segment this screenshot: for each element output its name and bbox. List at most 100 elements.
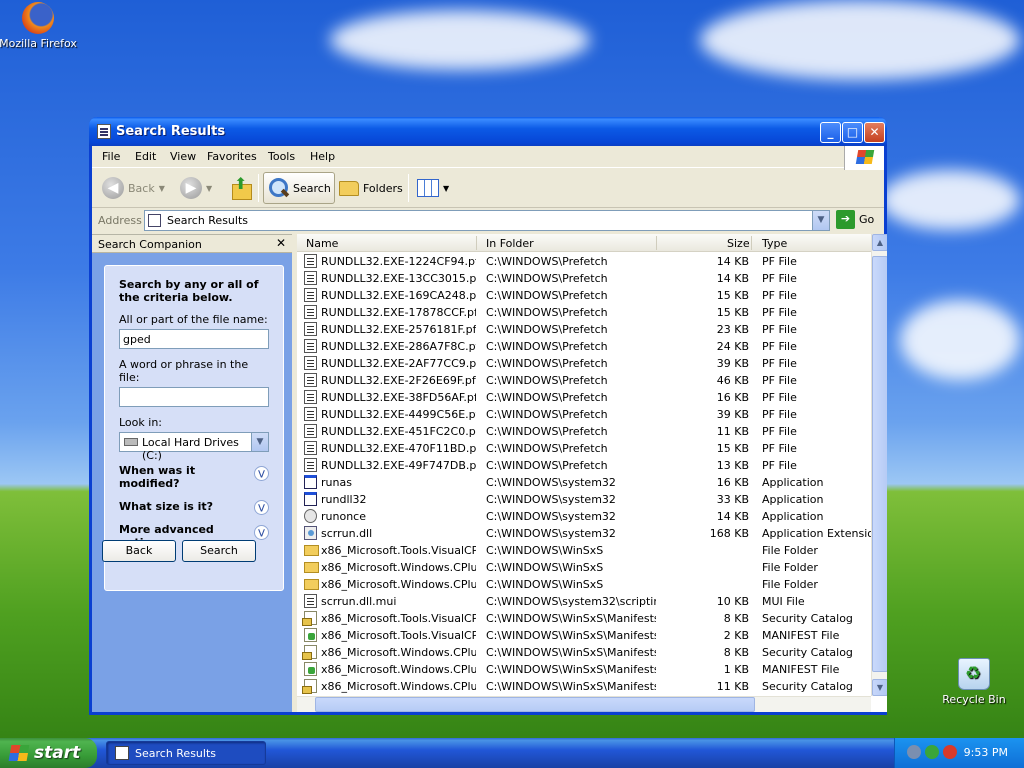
column-divider[interactable] bbox=[751, 236, 752, 250]
table-row[interactable]: RUNDLL32.EXE-2576181F.pf C:\WINDOWS\Prefe… bbox=[297, 321, 871, 338]
column-size[interactable]: Size bbox=[727, 237, 750, 250]
search-results-icon bbox=[97, 124, 111, 139]
cell-type: PF File bbox=[762, 357, 797, 370]
minimize-button[interactable]: _ bbox=[820, 122, 841, 143]
taskbar-item-search-results[interactable]: Search Results bbox=[106, 741, 266, 765]
cell-size: 168 KB bbox=[709, 527, 749, 540]
table-row[interactable]: RUNDLL32.EXE-286A7F8C.pf C:\WINDOWS\Prefe… bbox=[297, 338, 871, 355]
maximize-button[interactable]: □ bbox=[842, 122, 863, 143]
table-row[interactable]: RUNDLL32.EXE-2AF77CC9.pf C:\WINDOWS\Prefe… bbox=[297, 355, 871, 372]
column-type[interactable]: Type bbox=[762, 237, 787, 250]
menu-help[interactable]: Help bbox=[310, 150, 335, 163]
search-companion-button[interactable]: Search bbox=[182, 540, 256, 562]
go-button[interactable]: ➔ Go bbox=[836, 210, 874, 229]
close-icon[interactable]: ✕ bbox=[276, 236, 286, 250]
up-folder-button[interactable] bbox=[230, 172, 252, 204]
address-field[interactable]: Search Results ▼ bbox=[144, 210, 830, 231]
table-row[interactable]: x86_Microsoft.Windows.CPlu... C:\WINDOWS\… bbox=[297, 661, 871, 678]
menu-tools[interactable]: Tools bbox=[268, 150, 295, 163]
table-row[interactable]: RUNDLL32.EXE-13CC3015.pf C:\WINDOWS\Prefe… bbox=[297, 270, 871, 287]
forward-button[interactable]: ▶ ▼ bbox=[180, 172, 212, 204]
table-row[interactable]: RUNDLL32.EXE-169CA248.pf C:\WINDOWS\Prefe… bbox=[297, 287, 871, 304]
desktop-icon-recycle-bin[interactable]: Recycle Bin bbox=[934, 658, 1014, 706]
menu-edit[interactable]: Edit bbox=[135, 150, 156, 163]
desktop-icon-firefox[interactable]: Mozilla Firefox bbox=[0, 2, 78, 50]
back-arrow-icon: ◀ bbox=[102, 177, 124, 199]
lookin-select[interactable]: Local Hard Drives (C:) ▼ bbox=[119, 432, 269, 462]
table-row[interactable]: x86_Microsoft.Tools.VisualCPl... C:\WINDO… bbox=[297, 610, 871, 627]
folders-button[interactable]: Folders bbox=[339, 172, 403, 204]
shield-alert-icon[interactable] bbox=[943, 745, 957, 759]
cell-type: File Folder bbox=[762, 561, 818, 574]
back-companion-button[interactable]: Back bbox=[102, 540, 176, 562]
what-size-option[interactable]: What size is it? ⋁ bbox=[119, 500, 269, 515]
scroll-down-button[interactable]: ▼ bbox=[872, 679, 887, 696]
table-row[interactable]: RUNDLL32.EXE-470F11BD.pf C:\WINDOWS\Prefe… bbox=[297, 440, 871, 457]
menu-view[interactable]: View bbox=[170, 150, 196, 163]
views-dropdown-icon: ▼ bbox=[443, 183, 450, 193]
horizontal-scroll-thumb[interactable] bbox=[315, 697, 755, 712]
column-divider[interactable] bbox=[476, 236, 477, 250]
cell-name: runas bbox=[321, 476, 352, 489]
cell-folder: C:\WINDOWS\Prefetch bbox=[486, 289, 608, 302]
forward-dropdown-icon[interactable]: ▼ bbox=[206, 184, 212, 193]
cell-size: 13 KB bbox=[716, 459, 749, 472]
vertical-scrollbar[interactable]: ▲ ▼ bbox=[871, 234, 887, 696]
expand-chevron-icon[interactable]: ⋁ bbox=[254, 500, 269, 515]
table-row[interactable]: RUNDLL32.EXE-2F26E69F.pf C:\WINDOWS\Prefe… bbox=[297, 372, 871, 389]
table-row[interactable]: scrrun.dll C:\WINDOWS\system32 168 KB Appli… bbox=[297, 525, 872, 542]
menu-favorites[interactable]: Favorites bbox=[207, 150, 257, 163]
cell-folder: C:\WINDOWS\Prefetch bbox=[486, 357, 608, 370]
close-button[interactable]: ✕ bbox=[864, 122, 885, 143]
file-icon bbox=[304, 305, 317, 319]
column-name[interactable]: Name bbox=[306, 237, 338, 250]
vertical-scroll-thumb[interactable] bbox=[872, 256, 887, 672]
cell-name: scrrun.dll bbox=[321, 527, 373, 540]
table-row[interactable]: x86_Microsoft.Windows.CPlu... C:\WINDOWS\… bbox=[297, 559, 871, 576]
network-icon[interactable] bbox=[907, 745, 921, 759]
table-row[interactable]: runas C:\WINDOWS\system32 16 KB Application bbox=[297, 474, 871, 491]
table-row[interactable]: scrrun.dll.mui C:\WINDOWS\system32\script… bbox=[297, 593, 871, 610]
cell-folder: C:\WINDOWS\Prefetch bbox=[486, 442, 608, 455]
column-in-folder[interactable]: In Folder bbox=[486, 237, 534, 250]
table-row[interactable]: x86_Microsoft.Tools.VisualCPl... C:\WINDO… bbox=[297, 542, 871, 559]
column-divider[interactable] bbox=[656, 236, 657, 250]
cell-size: 2 KB bbox=[723, 629, 749, 642]
back-dropdown-icon[interactable]: ▼ bbox=[159, 184, 165, 193]
filename-input[interactable] bbox=[119, 329, 269, 349]
search-toolbar-button[interactable]: Search bbox=[263, 172, 335, 204]
views-button[interactable]: ▼ bbox=[417, 172, 449, 204]
filename-label: All or part of the file name: bbox=[119, 313, 268, 326]
expand-chevron-icon[interactable]: ⋁ bbox=[254, 466, 269, 481]
table-row[interactable]: RUNDLL32.EXE-4499C56E.pf C:\WINDOWS\Prefe… bbox=[297, 406, 871, 423]
cell-folder: C:\WINDOWS\Prefetch bbox=[486, 272, 608, 285]
table-row[interactable]: x86_Microsoft.Tools.VisualCPl... C:\WINDO… bbox=[297, 627, 871, 644]
start-button[interactable]: start bbox=[0, 738, 97, 768]
expand-chevron-icon[interactable]: ⋁ bbox=[254, 525, 269, 540]
results-rows: RUNDLL32.EXE-1224CF94.pf C:\WINDOWS\Prefe… bbox=[297, 253, 872, 695]
table-row[interactable]: RUNDLL32.EXE-451FC2C0.pf C:\WINDOWS\Prefe… bbox=[297, 423, 871, 440]
table-row[interactable]: rundll32 C:\WINDOWS\system32 33 KB Applicat… bbox=[297, 491, 871, 508]
back-button[interactable]: ◀ Back ▼ bbox=[102, 172, 165, 204]
table-row[interactable]: x86_Microsoft.Windows.CPlu... C:\WINDOWS\… bbox=[297, 678, 871, 695]
table-row[interactable]: x86_Microsoft.Windows.CPlu... C:\WINDOWS\… bbox=[297, 644, 871, 661]
table-row[interactable]: RUNDLL32.EXE-38FD56AF.pf C:\WINDOWS\Prefe… bbox=[297, 389, 871, 406]
title-bar[interactable]: Search Results _ □ ✕ bbox=[89, 117, 887, 146]
clock[interactable]: 9:53 PM bbox=[964, 746, 1008, 759]
lookin-dropdown-button[interactable]: ▼ bbox=[251, 433, 268, 451]
table-row[interactable]: RUNDLL32.EXE-1224CF94.pf C:\WINDOWS\Prefe… bbox=[297, 253, 871, 270]
address-dropdown-button[interactable]: ▼ bbox=[812, 211, 829, 230]
table-row[interactable]: RUNDLL32.EXE-49F747DB.pf C:\WINDOWS\Prefe… bbox=[297, 457, 871, 474]
scroll-up-button[interactable]: ▲ bbox=[872, 234, 887, 251]
cell-size: 39 KB bbox=[716, 408, 749, 421]
phrase-input[interactable] bbox=[119, 387, 269, 407]
table-row[interactable]: x86_Microsoft.Windows.CPlu... C:\WINDOWS\… bbox=[297, 576, 871, 593]
man-icon bbox=[304, 662, 317, 676]
table-row[interactable]: runonce C:\WINDOWS\system32 14 KB Applicati… bbox=[297, 508, 871, 525]
menu-file[interactable]: File bbox=[102, 150, 120, 163]
when-modified-option[interactable]: When was it modified? ⋁ bbox=[119, 464, 269, 490]
horizontal-scrollbar[interactable] bbox=[297, 696, 871, 712]
security-center-icon[interactable] bbox=[925, 745, 939, 759]
cell-type: PF File bbox=[762, 255, 797, 268]
table-row[interactable]: RUNDLL32.EXE-17878CCF.pf C:\WINDOWS\Prefe… bbox=[297, 304, 871, 321]
